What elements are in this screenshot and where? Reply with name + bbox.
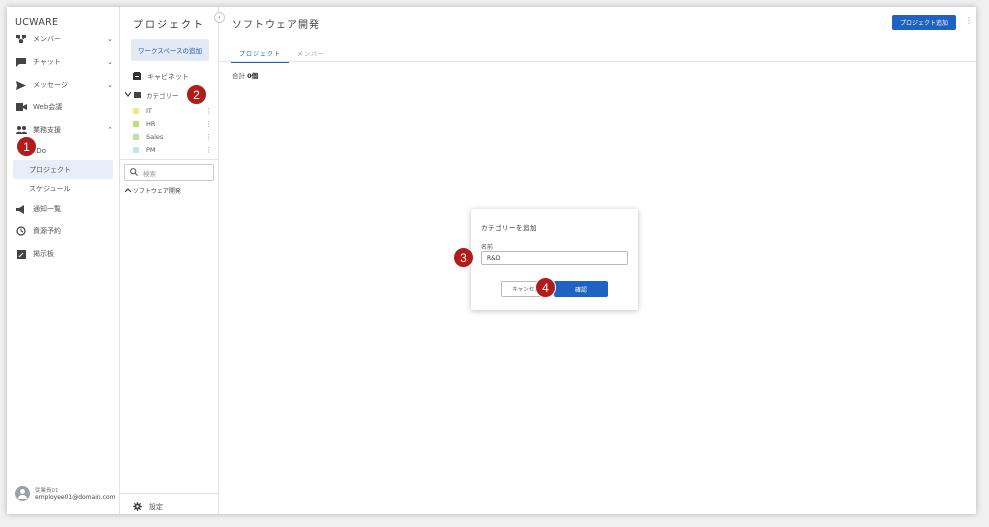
gear-icon <box>133 501 142 513</box>
main-content: ソフトウェア開発 プロジェクト追加 ⋮ プロジェクト メンバー 合計 0個 カテ… <box>219 7 976 514</box>
nav-label: 資源予約 <box>33 227 61 235</box>
total-label: 合計 <box>232 72 245 80</box>
nav-item-chat[interactable]: チャット ⌄ <box>7 52 119 72</box>
category-item-sales[interactable]: Sales ⋮ <box>133 131 215 143</box>
category-color-swatch <box>133 108 139 114</box>
megaphone-icon <box>15 204 27 214</box>
nav-label: Web会議 <box>33 103 63 111</box>
add-category-dialog: カテゴリーを追加 名前 キャンセル 確認 <box>471 209 638 310</box>
category-label: HR <box>146 120 156 128</box>
step-marker-4: 4 <box>535 277 556 298</box>
category-color-swatch <box>133 147 139 153</box>
settings-button[interactable]: 設定 <box>120 493 219 514</box>
send-icon <box>15 80 27 90</box>
nav-item-bulletin-board[interactable]: 掲示板 <box>7 244 119 264</box>
category-item-it[interactable]: IT ⋮ <box>133 105 215 117</box>
category-name-input[interactable] <box>481 251 628 265</box>
clock-icon <box>15 226 27 236</box>
sub-item-label: プロジェクト <box>29 165 71 174</box>
search-input[interactable]: 検索 <box>124 164 214 181</box>
settings-label: 設定 <box>149 503 163 511</box>
category-label: PM <box>146 146 156 154</box>
chat-icon <box>15 57 27 67</box>
user-name: 従業員01 <box>35 488 59 494</box>
chevron-up-icon[interactable]: ⌃ <box>107 126 113 134</box>
tree-item-label: ソフトウェア開発 <box>132 188 181 195</box>
chevron-down-icon[interactable]: ⌄ <box>107 35 113 43</box>
nav-label: メンバー <box>33 35 61 43</box>
app-window: UCWARE メンバー ⌄ チャット ⌄ メッセージ ⌄ Web会議 業務支援 … <box>7 7 976 514</box>
step-marker-2: 2 <box>186 84 207 105</box>
chevron-down-icon[interactable]: ⌄ <box>107 81 113 89</box>
panel-title: プロジェクト <box>133 20 205 31</box>
total-count: 合計 0個 <box>232 70 258 80</box>
dialog-title: カテゴリーを追加 <box>481 224 537 232</box>
step-marker-1: 1 <box>16 136 37 157</box>
org-chart-icon <box>15 34 27 44</box>
more-options-icon[interactable]: ⋮ <box>205 120 212 128</box>
step-marker-3: 3 <box>453 247 474 268</box>
divider <box>219 61 976 62</box>
user-profile[interactable]: 従業員01 employee01@domain.com <box>15 486 115 501</box>
project-tree-item[interactable]: ソフトウェア開発 <box>124 186 181 195</box>
folder-icon <box>134 92 141 98</box>
add-workspace-button[interactable]: ワークスペースの追加 <box>131 39 209 61</box>
cabinet-icon <box>133 72 141 82</box>
avatar <box>15 486 30 501</box>
more-options-icon[interactable]: ⋮ <box>205 133 212 141</box>
nav-item-resource-booking[interactable]: 資源予約 <box>7 221 119 241</box>
category-label: IT <box>146 107 152 115</box>
left-nav: UCWARE メンバー ⌄ チャット ⌄ メッセージ ⌄ Web会議 業務支援 … <box>7 7 120 514</box>
nav-label: 通知一覧 <box>33 205 61 213</box>
cabinet-item[interactable]: キャビネット <box>133 72 189 82</box>
sub-item-label: スケジュール <box>29 184 71 193</box>
chevron-down-icon <box>124 91 132 99</box>
divider <box>120 159 219 160</box>
category-label: Sales <box>146 133 164 141</box>
people-icon <box>15 125 27 135</box>
nav-item-notifications[interactable]: 通知一覧 <box>7 199 119 219</box>
more-options-icon[interactable]: ⋮ <box>205 146 212 154</box>
chevron-up-icon <box>124 188 133 195</box>
board-icon <box>15 249 27 259</box>
name-field-label: 名前 <box>481 244 494 251</box>
more-options-icon[interactable]: ⋮ <box>205 107 212 115</box>
cabinet-label: キャビネット <box>147 73 189 81</box>
category-header-label: カテゴリー <box>146 92 179 100</box>
nav-item-messages[interactable]: メッセージ ⌄ <box>7 75 119 95</box>
search-placeholder: 検索 <box>143 169 156 178</box>
chevron-down-icon[interactable]: ⌄ <box>107 58 113 66</box>
more-options-icon[interactable]: ⋮ <box>965 16 973 25</box>
sub-item-schedule[interactable]: スケジュール <box>13 179 113 198</box>
category-color-swatch <box>133 121 139 127</box>
nav-item-members[interactable]: メンバー ⌄ <box>7 29 119 49</box>
search-icon <box>130 167 138 178</box>
page-title: ソフトウェア開発 <box>232 20 320 31</box>
video-icon <box>15 102 27 112</box>
category-item-pm[interactable]: PM ⋮ <box>133 144 215 156</box>
brand-logo: UCWARE <box>15 17 59 28</box>
user-email: employee01@domain.com <box>35 494 116 501</box>
add-project-button[interactable]: プロジェクト追加 <box>892 15 956 30</box>
category-color-swatch <box>133 134 139 140</box>
project-panel: プロジェクト ‹ ワークスペースの追加 キャビネット カテゴリー IT ⋮ HR <box>120 7 225 514</box>
confirm-button[interactable]: 確認 <box>554 281 608 297</box>
category-item-hr[interactable]: HR ⋮ <box>133 118 215 130</box>
nav-label: 掲示板 <box>33 250 54 258</box>
nav-label: メッセージ <box>33 81 68 89</box>
sub-item-project[interactable]: プロジェクト <box>13 160 113 179</box>
total-value: 0個 <box>247 72 259 80</box>
nav-label: 業務支援 <box>33 126 61 134</box>
nav-item-web-meeting[interactable]: Web会議 <box>7 97 119 117</box>
nav-label: チャット <box>33 58 61 66</box>
category-header[interactable]: カテゴリー <box>124 90 179 100</box>
